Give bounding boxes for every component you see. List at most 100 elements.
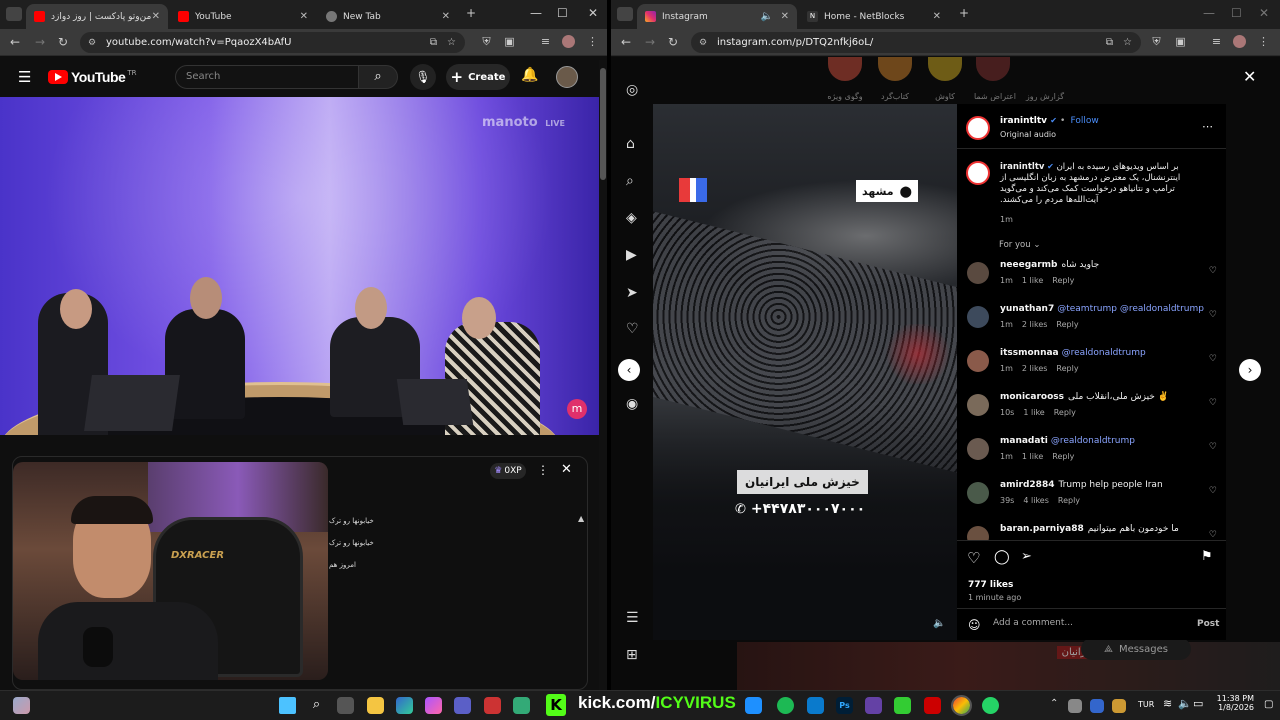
close-modal-icon[interactable]: ✕ — [1243, 67, 1256, 86]
tab-manoto[interactable]: من‌وتو پادکست | روز دوازد ✕ — [26, 4, 168, 29]
instagram-logo-icon[interactable]: ◎ — [626, 82, 638, 98]
clock[interactable]: 11:38 PM 1/8/2026 — [1212, 694, 1254, 712]
tab-close-icon[interactable]: ✕ — [442, 11, 450, 22]
youtube-logo[interactable]: YouTube TR — [48, 69, 136, 85]
app-icon[interactable] — [745, 697, 762, 714]
story-label[interactable]: کتاب‌گرد — [871, 92, 919, 101]
tab-search-icon[interactable] — [6, 7, 22, 21]
story-label[interactable]: گزارش روز — [1021, 92, 1069, 101]
tab-new-tab[interactable]: New Tab ✕ — [318, 4, 458, 29]
tab-close-icon[interactable]: ✕ — [152, 11, 160, 22]
media-icon[interactable]: ≡ — [1210, 35, 1223, 48]
tab-close-icon[interactable]: ✕ — [781, 11, 789, 22]
create-button[interactable]: + Create — [446, 64, 510, 90]
new-tab-plus-icon[interactable]: + — [466, 6, 476, 20]
tray-app-icon[interactable] — [1090, 699, 1104, 713]
spotify-icon[interactable] — [777, 697, 794, 714]
menu-dots-icon[interactable]: ⋮ — [1257, 35, 1270, 48]
copilot-icon[interactable] — [425, 697, 442, 714]
like-heart-icon[interactable]: ♡ — [1209, 530, 1217, 540]
minimize-icon[interactable]: — — [1203, 6, 1215, 20]
close-window-icon[interactable]: ✕ — [588, 6, 598, 20]
follow-button[interactable]: Follow — [1071, 116, 1099, 126]
post-comment-button[interactable]: Post — [1197, 619, 1219, 629]
app-icon[interactable] — [484, 697, 501, 714]
url-field[interactable]: ⚙ youtube.com/watch?v=PqaozX4bAfU ⧉ ☆ — [80, 32, 465, 53]
tray-app-icon[interactable] — [1112, 699, 1126, 713]
mute-video-icon[interactable]: 🔈 — [933, 618, 945, 629]
like-heart-icon[interactable]: ♡ — [1209, 486, 1217, 496]
tab-netblocks[interactable]: N Home - NetBlocks ✕ — [799, 4, 949, 29]
messages-button[interactable]: ⟁ Messages — [1081, 638, 1191, 660]
close-window-icon[interactable]: ✕ — [1259, 6, 1269, 20]
tab-instagram[interactable]: Instagram 🔈 ✕ — [637, 4, 797, 29]
start-windows-icon[interactable] — [279, 697, 296, 714]
like-heart-icon[interactable]: ♡ — [1209, 442, 1217, 452]
youtube-video-player[interactable]: manoto LIVE m — [0, 97, 599, 435]
youtube-search-input[interactable]: Search — [175, 65, 359, 89]
reload-icon[interactable]: ↻ — [668, 35, 678, 49]
tab-close-icon[interactable]: ✕ — [300, 11, 308, 22]
threads-icon[interactable]: ⊞ — [626, 647, 638, 663]
commenter-avatar[interactable] — [967, 306, 989, 328]
tab-youtube[interactable]: YouTube ✕ — [170, 4, 316, 29]
voice-search-button[interactable]: 🎙 — [410, 64, 436, 90]
file-explorer-icon[interactable] — [367, 697, 384, 714]
more-options-icon[interactable]: ⋮ — [537, 463, 549, 477]
task-view-icon[interactable] — [337, 697, 354, 714]
previous-post-button[interactable]: ‹ — [618, 359, 640, 381]
likes-count[interactable]: 777 likes — [968, 580, 1013, 590]
story-label[interactable]: وگوی ویژه — [821, 92, 869, 101]
profile-avatar[interactable] — [1233, 35, 1246, 48]
story-label[interactable]: اعتراض شما — [971, 92, 1019, 101]
commenter-avatar[interactable] — [967, 262, 989, 284]
profile-avatar[interactable] — [562, 35, 575, 48]
account-avatar[interactable] — [556, 66, 578, 88]
install-icon[interactable]: ⧉ — [430, 37, 437, 48]
commenter-avatar[interactable] — [967, 350, 989, 372]
search-icon[interactable]: ⌕ — [308, 697, 325, 714]
reload-icon[interactable]: ↻ — [58, 35, 68, 49]
like-heart-icon[interactable]: ♡ — [967, 549, 980, 567]
app-icon[interactable] — [513, 697, 530, 714]
tray-app-icon[interactable] — [1068, 699, 1082, 713]
hamburger-menu-icon[interactable]: ☰ — [18, 68, 31, 86]
scroll-up-icon[interactable]: ▲ — [578, 514, 584, 523]
next-post-button[interactable]: › — [1239, 359, 1261, 381]
tray-chevron-icon[interactable]: ⌃ — [1050, 698, 1058, 709]
site-info-icon[interactable]: ⚙ — [699, 38, 707, 48]
comment-bubble-icon[interactable]: ◯ — [994, 549, 1010, 565]
save-bookmark-icon[interactable]: ⚑ — [1201, 549, 1213, 564]
minimize-icon[interactable]: — — [530, 6, 542, 20]
close-chat-icon[interactable]: ✕ — [561, 462, 572, 477]
extensions-icon[interactable]: ▣ — [1174, 35, 1187, 48]
media-icon[interactable]: ≡ — [539, 35, 552, 48]
emoji-icon[interactable]: ☺ — [968, 618, 981, 632]
audio-label[interactable]: Original audio — [1000, 130, 1056, 139]
sort-dropdown[interactable]: For you ⌄ — [999, 240, 1040, 250]
photoshop-icon[interactable]: Ps — [836, 697, 853, 714]
comment-input[interactable]: Add a comment... — [993, 618, 1183, 628]
chrome-icon[interactable] — [951, 695, 972, 716]
shield-icon[interactable]: ⛨ — [1150, 35, 1163, 48]
tab-close-icon[interactable]: ✕ — [933, 11, 941, 22]
url-field[interactable]: ⚙ instagram.com/p/DTQ2nfkj6oL/ ⧉ ☆ — [691, 32, 1141, 53]
search-icon[interactable]: ⌕ — [626, 173, 634, 189]
story-label[interactable]: کاوش — [921, 92, 969, 101]
commenter-avatar[interactable] — [967, 438, 989, 460]
direct-icon[interactable]: ➤ — [626, 285, 638, 301]
like-heart-icon[interactable]: ♡ — [1209, 266, 1217, 276]
back-icon[interactable]: ← — [621, 35, 631, 49]
vscode-icon[interactable] — [807, 697, 824, 714]
battery-icon[interactable]: ▭ — [1193, 697, 1203, 710]
teams-icon[interactable] — [454, 697, 471, 714]
commenter-avatar[interactable] — [967, 394, 989, 416]
language-indicator[interactable]: TUR — [1138, 700, 1154, 709]
bookmark-star-icon[interactable]: ☆ — [1123, 37, 1132, 48]
more-menu-icon[interactable]: ☰ — [626, 610, 639, 626]
youtube-search-button[interactable]: ⌕ — [358, 65, 398, 89]
widgets-icon[interactable] — [13, 697, 30, 714]
notification-center-icon[interactable]: ▢ — [1264, 699, 1273, 710]
whatsapp-icon[interactable] — [982, 697, 999, 714]
maximize-icon[interactable]: ☐ — [1231, 6, 1242, 20]
